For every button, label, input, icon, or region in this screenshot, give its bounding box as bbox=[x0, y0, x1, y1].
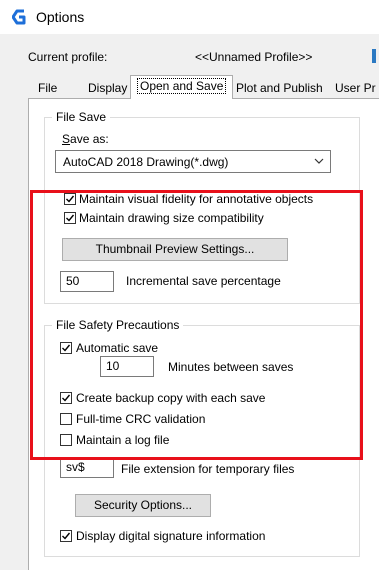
digital-signature-label: Display digital signature information bbox=[76, 529, 266, 543]
file-save-group-title: File Save bbox=[52, 110, 111, 124]
log-file-label: Maintain a log file bbox=[76, 433, 170, 447]
tab-plot-and-publish[interactable]: Plot and Publish bbox=[230, 78, 329, 98]
thumbnail-preview-settings-button[interactable]: Thumbnail Preview Settings... bbox=[62, 238, 288, 261]
crc-validation-checkbox[interactable] bbox=[60, 413, 72, 425]
current-profile-label: Current profile: bbox=[28, 50, 108, 64]
current-profile-value: <<Unnamed Profile>> bbox=[195, 50, 313, 64]
incremental-save-label: Incremental save percentage bbox=[126, 274, 281, 288]
crc-validation-label: Full-time CRC validation bbox=[76, 412, 206, 426]
file-safety-group-title: File Safety Precautions bbox=[52, 318, 184, 332]
incremental-save-input[interactable]: 50 bbox=[60, 271, 114, 292]
checkmark-icon bbox=[66, 195, 75, 203]
maintain-fidelity-checkbox[interactable] bbox=[64, 193, 76, 205]
minutes-between-saves-input[interactable]: 10 bbox=[100, 356, 154, 377]
checkmark-icon bbox=[62, 344, 71, 352]
chevron-down-icon bbox=[314, 158, 324, 164]
tab-display[interactable]: Display bbox=[82, 78, 133, 98]
maintain-size-label: Maintain drawing size compatibility bbox=[79, 211, 264, 225]
checkmark-icon bbox=[66, 214, 75, 222]
temp-file-extension-label: File extension for temporary files bbox=[121, 462, 295, 476]
profile-icon bbox=[372, 49, 376, 63]
checkmark-icon bbox=[62, 394, 71, 402]
maintain-size-checkbox[interactable] bbox=[64, 212, 76, 224]
backup-copy-label: Create backup copy with each save bbox=[76, 391, 266, 405]
tab-user-preferences[interactable]: User Pr bbox=[329, 78, 379, 98]
save-as-dropdown-value: AutoCAD 2018 Drawing(*.dwg) bbox=[63, 155, 229, 169]
security-options-button[interactable]: Security Options... bbox=[75, 494, 211, 517]
window-title: Options bbox=[36, 9, 85, 25]
temp-file-extension-input[interactable]: sv$ bbox=[60, 457, 114, 478]
log-file-checkbox[interactable] bbox=[60, 434, 72, 446]
save-as-label: Save as: bbox=[62, 132, 109, 146]
minutes-between-saves-label: Minutes between saves bbox=[168, 360, 294, 374]
automatic-save-checkbox[interactable] bbox=[60, 342, 72, 354]
save-as-dropdown[interactable]: AutoCAD 2018 Drawing(*.dwg) bbox=[55, 150, 331, 173]
autocad-logo-icon bbox=[12, 9, 26, 25]
tab-file[interactable]: File bbox=[32, 78, 63, 98]
checkmark-icon bbox=[62, 532, 71, 540]
digital-signature-checkbox[interactable] bbox=[60, 530, 72, 542]
tab-open-and-save[interactable]: Open and Save bbox=[130, 75, 234, 99]
automatic-save-label: Automatic save bbox=[76, 341, 159, 355]
tab-open-and-save-label: Open and Save bbox=[137, 78, 227, 94]
backup-copy-checkbox[interactable] bbox=[60, 392, 72, 404]
maintain-fidelity-label: Maintain visual fidelity for annotative … bbox=[79, 192, 314, 206]
